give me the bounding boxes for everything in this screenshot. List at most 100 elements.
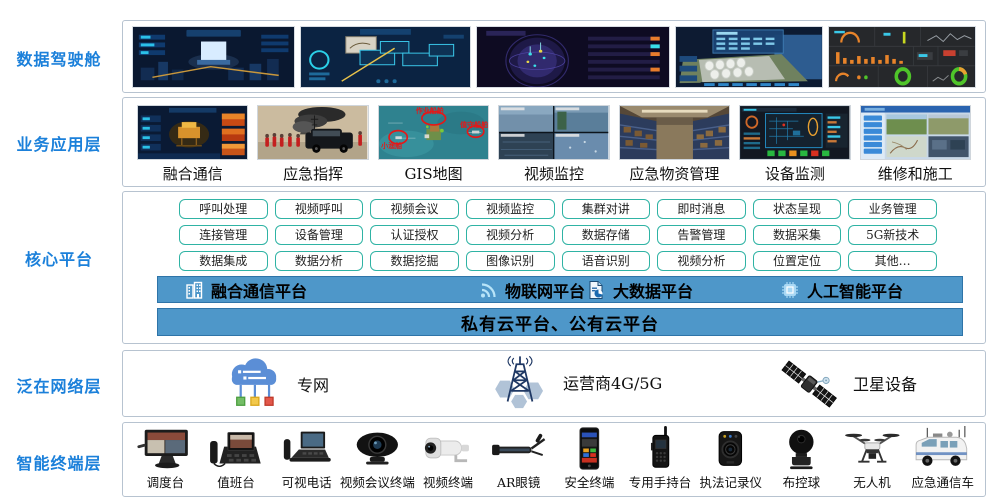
terminal-item: 视频会议终端 — [343, 426, 412, 491]
ar-glasses-icon — [484, 426, 553, 471]
terminal-item: 无人机 — [838, 426, 907, 491]
thumb-emergency-command-icon — [257, 105, 368, 160]
terminal-caption: 调度台 — [147, 472, 185, 491]
cockpit-dashboard-thumbnail — [300, 26, 471, 88]
layer-label-terminal: 智能终端层 — [0, 450, 118, 474]
thumb-video-monitoring-icon — [498, 105, 609, 160]
terminal-item: AR眼镜 — [484, 426, 553, 491]
terminal-caption: 值班台 — [217, 472, 255, 491]
network-label: 运营商4G/5G — [563, 370, 662, 394]
terminal-caption: 应急通信车 — [911, 472, 974, 491]
capability-grid: 呼叫处理 视频呼叫 视频会议 视频监控 集群对讲 即时消息 状态呈现 业务管理 … — [179, 199, 937, 271]
terminal-item: 执法记录仪 — [696, 426, 765, 491]
layer-label-network: 泛在网络层 — [0, 373, 118, 397]
dash-plant-icon — [301, 27, 470, 87]
gis-annotation: 作业船舶 — [416, 108, 444, 115]
cockpit-dashboard-thumbnail — [828, 26, 976, 88]
platform-label: 融合通信平台 — [211, 278, 307, 302]
thumb-device-monitoring-icon — [739, 105, 850, 160]
terminal-item: 应急通信车 — [908, 426, 977, 491]
app-caption: 应急指挥 — [283, 163, 343, 184]
cockpit-dashboard-thumbnail — [476, 26, 670, 88]
capability-box: 数据分析 — [275, 251, 364, 271]
signal-tower-icon — [489, 353, 551, 411]
capability-box: 连接管理 — [179, 225, 268, 245]
terminal-item: 值班台 — [202, 426, 271, 491]
gis-annotation: 值守船舶 — [460, 122, 488, 129]
business-layer-row: 融合通信 应急指挥 作业船舶 值守船舶 小渔船 GIS地图 视频监控 应急物资管… — [122, 97, 986, 187]
network-item-private-net: 专网 — [223, 357, 329, 411]
network-layer-row: 专网 运营商4G/5G 卫星设备 — [122, 350, 986, 417]
app-caption: 设备监测 — [765, 163, 825, 184]
conference-camera-icon — [343, 426, 412, 471]
wifi-signal-icon — [478, 280, 498, 300]
thumb-supplies-icon — [619, 105, 730, 160]
platform-item-iot: 物联网平台 — [478, 277, 585, 302]
terminal-caption: 布控球 — [783, 472, 821, 491]
app-item-emergency-command: 应急指挥 — [257, 105, 368, 184]
capability-box: 数据挖掘 — [370, 251, 459, 271]
capability-box: 数据集成 — [179, 251, 268, 271]
app-caption: 视频监控 — [524, 163, 584, 184]
app-item-video-monitoring: 视频监控 — [498, 105, 609, 184]
cockpit-dashboard-thumbnail — [132, 26, 295, 88]
gis-annotation: 小渔船 — [381, 143, 402, 150]
core-platform-row: 呼叫处理 视频呼叫 视频会议 视频监控 集群对讲 即时消息 状态呈现 业务管理 … — [122, 191, 986, 344]
terminal-caption: 安全终端 — [564, 472, 614, 491]
dash-city-icon — [133, 27, 294, 87]
capability-box: 数据采集 — [753, 225, 842, 245]
thumb-converged-comm-icon — [137, 105, 248, 160]
terminal-caption: AR眼镜 — [497, 472, 540, 491]
app-caption: GIS地图 — [404, 163, 462, 184]
thumb-maintenance-icon — [860, 105, 971, 160]
capability-box: 视频分析 — [466, 225, 555, 245]
comm-vehicle-icon — [908, 426, 977, 471]
handheld-radio-icon — [626, 426, 695, 471]
network-item-carrier-4g5g: 运营商4G/5G — [489, 353, 662, 411]
capability-box: 设备管理 — [275, 225, 364, 245]
platform-label: 大数据平台 — [613, 278, 693, 302]
dash-globe-icon — [477, 27, 669, 87]
dash-tanks-icon — [676, 27, 822, 87]
platform-label: 物联网平台 — [505, 278, 585, 302]
capability-box: 数据存储 — [562, 225, 651, 245]
app-caption: 应急物资管理 — [629, 163, 719, 184]
duty-console-icon — [202, 426, 271, 471]
capability-box: 集群对讲 — [562, 199, 651, 219]
layer-label-business: 业务应用层 — [0, 131, 118, 155]
capability-box: 告警管理 — [657, 225, 746, 245]
app-caption: 融合通信 — [163, 163, 223, 184]
app-item-device-monitoring: 设备监测 — [739, 105, 850, 184]
cloud-bar-label: 私有云平台、公有云平台 — [461, 310, 659, 335]
capability-box: 语音识别 — [562, 251, 651, 271]
capability-box: 状态呈现 — [753, 199, 842, 219]
capability-box: 即时消息 — [657, 199, 746, 219]
dash-analytics-icon — [829, 27, 975, 87]
ai-chip-icon — [780, 280, 800, 300]
terminal-item: 布控球 — [767, 426, 836, 491]
capability-box: 业务管理 — [848, 199, 937, 219]
bullet-camera-icon — [414, 426, 483, 471]
terminal-caption: 专用手持台 — [629, 472, 692, 491]
terminal-layer-row: 调度台 值班台 可视电话 视频会议终端 视频终端 — [122, 422, 986, 497]
body-camera-icon — [696, 426, 765, 471]
document-chart-icon — [586, 280, 606, 300]
platform-item-bigdata: 大数据平台 — [586, 277, 693, 302]
capability-box: 呼叫处理 — [179, 199, 268, 219]
layer-label-core: 核心平台 — [0, 246, 118, 270]
secure-phone-icon — [555, 426, 624, 471]
terminal-caption: 执法记录仪 — [699, 472, 762, 491]
terminal-item: 安全终端 — [555, 426, 624, 491]
terminal-caption: 无人机 — [853, 472, 891, 491]
app-item-converged-comm: 融合通信 — [137, 105, 248, 184]
ptz-ball-camera-icon — [767, 426, 836, 471]
cloud-network-icon — [223, 357, 285, 411]
capability-box: 位置定位 — [753, 251, 842, 271]
terminal-item: 视频终端 — [414, 426, 483, 491]
layer-label-cockpit: 数据驾驶舱 — [0, 46, 118, 70]
app-caption: 维修和施工 — [878, 163, 953, 184]
platform-label: 人工智能平台 — [807, 278, 903, 302]
app-item-supplies: 应急物资管理 — [619, 105, 730, 184]
building-icon — [184, 280, 204, 300]
app-item-gis-map: 作业船舶 值守船舶 小渔船 GIS地图 — [378, 105, 489, 184]
